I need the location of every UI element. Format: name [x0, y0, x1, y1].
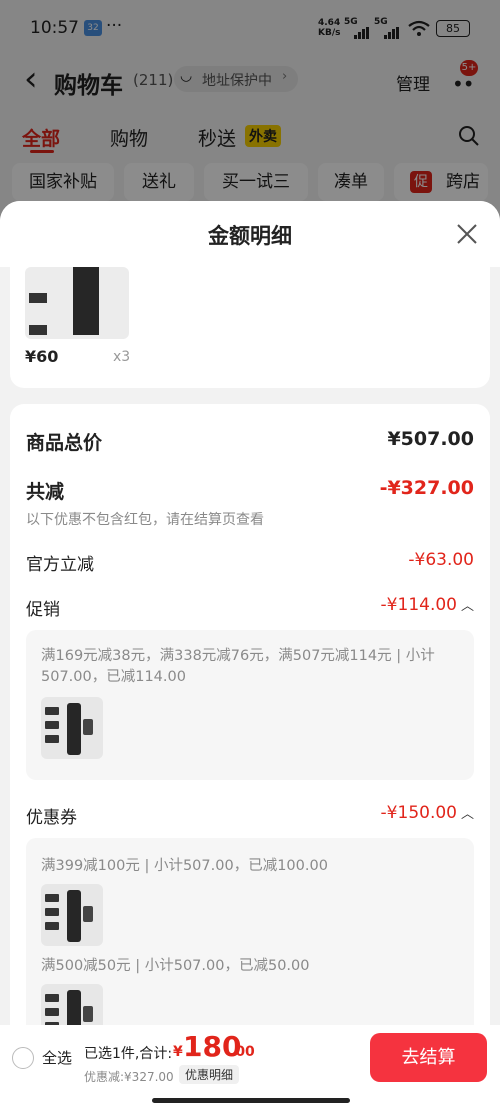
home-indicator[interactable] [152, 1098, 350, 1103]
coupon-1-product-thumb[interactable] [41, 884, 103, 946]
checkout-bar: 全选 已选1件,合计: ¥ 180 .00 优惠减:¥327.00 优惠明细 去… [0, 1025, 500, 1111]
selected-summary: 已选1件,合计: [84, 1046, 173, 1062]
checkout-button[interactable]: 去结算 [370, 1033, 487, 1082]
thumb-detail-1 [29, 293, 47, 303]
reduce-label: 共减 [26, 481, 65, 503]
sheet-header-cover: 金额明细 [0, 201, 500, 267]
thumb2-block-3 [45, 922, 59, 930]
total-decimal: .00 [230, 1044, 255, 1060]
pants-graphic [67, 703, 81, 755]
coupon-1-desc: 满399减100元 | 小计507.00，已减100.00 [41, 858, 328, 874]
total-label: 商品总价 [26, 432, 103, 454]
thumb3-block-2 [45, 1008, 59, 1016]
thumb2-block-2 [45, 908, 59, 916]
product-thumbnail[interactable] [25, 267, 129, 339]
thumb-block-1 [45, 707, 59, 715]
thumb3-block-1 [45, 994, 59, 1002]
coupon-2-desc: 满500减50元 | 小计507.00，已减50.00 [41, 958, 310, 974]
amount-detail-sheet: 金额明细 ¥60 x3 金额明细 商品总价 ¥507.00 共减 -¥327.0… [0, 201, 500, 1111]
select-all-label[interactable]: 全选 [42, 1047, 72, 1068]
select-all-checkbox[interactable] [12, 1047, 34, 1069]
official-label: 官方立减 [26, 555, 94, 575]
coupon-chevron-up-icon: ︿ [460, 807, 474, 822]
coupon-value: -¥150.00 [380, 803, 457, 823]
total-value: ¥507.00 [387, 428, 474, 450]
chevron-up-icon: ︿ [460, 599, 474, 614]
promo-desc: 满169元减38元，满338元减76元，满507元减114元 | 小计507.0… [41, 648, 435, 685]
item-price: ¥60 [25, 347, 59, 366]
discount-summary: 优惠减:¥327.00 [84, 1070, 174, 1084]
promo-detail-box: 满169元减38元，满338元减76元，满507元减114元 | 小计507.0… [26, 630, 474, 780]
breakdown-card: 商品总价 ¥507.00 共减 -¥327.00 以下优惠不包含红包，请在结算页… [10, 404, 490, 1111]
promo-toggle[interactable]: -¥114.00 ︿ [381, 595, 474, 615]
promo-value: -¥114.00 [380, 595, 457, 615]
bag-graphic-3 [83, 1006, 93, 1022]
bag-graphic-2 [83, 906, 93, 922]
reduce-value: -¥327.00 [379, 477, 474, 499]
item-qty: x3 [113, 349, 131, 365]
promo-product-thumb[interactable] [41, 697, 103, 759]
reduce-note: 以下优惠不包含红包，请在结算页查看 [26, 512, 264, 528]
thumb-block-2 [45, 721, 59, 729]
overlay-dim[interactable] [0, 0, 500, 230]
thumb2-block-1 [45, 894, 59, 902]
coupon-label: 优惠券 [26, 808, 77, 828]
close-button-icon[interactable] [456, 223, 478, 245]
bag-graphic [83, 719, 93, 735]
discount-detail-button[interactable]: 优惠明细 [179, 1065, 240, 1084]
coupon-toggle[interactable]: -¥150.00 ︿ [381, 803, 474, 823]
thumb-block-3 [45, 735, 59, 743]
thumb-detail-2 [29, 325, 47, 335]
promo-label: 促销 [26, 600, 60, 620]
total-currency: ¥ [173, 1044, 183, 1060]
pants-graphic-2 [67, 890, 81, 942]
sheet-title-text: 金额明细 [208, 224, 292, 248]
official-value: -¥63.00 [408, 550, 474, 570]
pants-image [73, 267, 99, 335]
